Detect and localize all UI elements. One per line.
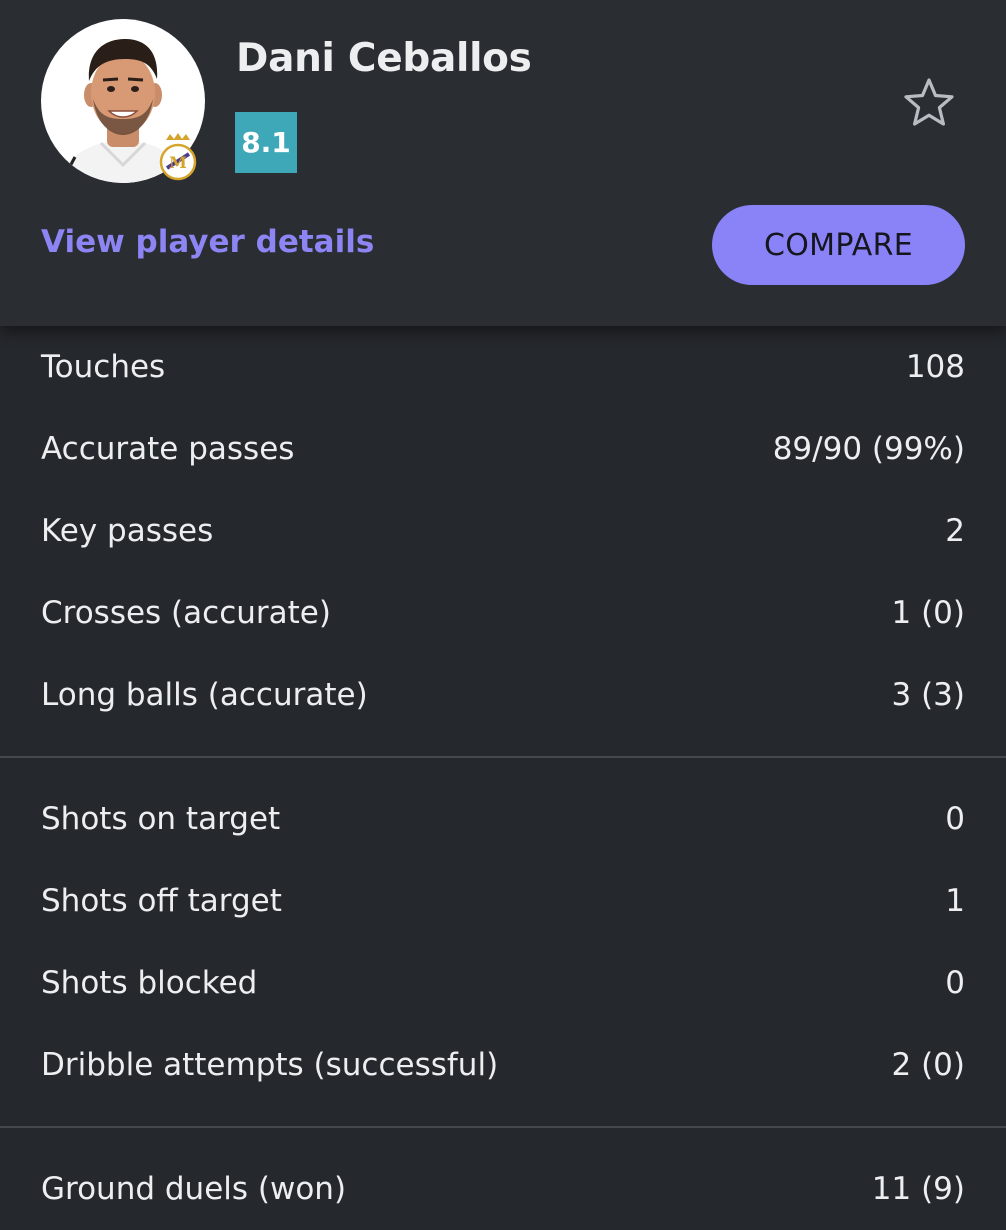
stat-row: Touches 108 [0, 326, 1006, 408]
stat-label: Accurate passes [41, 431, 295, 467]
stat-row: Shots blocked 0 [0, 942, 1006, 1024]
stat-label: Ground duels (won) [41, 1171, 347, 1207]
stat-label: Shots blocked [41, 965, 258, 1001]
stat-row: Shots off target 1 [0, 860, 1006, 942]
stat-label: Shots off target [41, 883, 282, 919]
star-outline-icon[interactable] [902, 76, 956, 130]
stat-value: 2 [945, 513, 965, 549]
stat-row: Shots on target 0 [0, 778, 1006, 860]
stat-row: Crosses (accurate) 1 (0) [0, 572, 1006, 654]
stat-label: Crosses (accurate) [41, 595, 331, 631]
player-name: Dani Ceballos [236, 36, 532, 81]
stat-value: 2 (0) [891, 1047, 966, 1083]
stat-value: 0 [945, 801, 965, 837]
stat-value: 1 (0) [891, 595, 966, 631]
compare-button[interactable]: COMPARE [712, 205, 965, 285]
view-player-details-link[interactable]: View player details [41, 224, 374, 260]
stat-row: Accurate passes 89/90 (99%) [0, 408, 1006, 490]
stat-label: Dribble attempts (successful) [41, 1047, 499, 1083]
stat-value: 108 [905, 349, 965, 385]
stat-label: Touches [41, 349, 166, 385]
stat-row: Long balls (accurate) 3 (3) [0, 654, 1006, 736]
stat-value: 11 (9) [871, 1171, 965, 1207]
svg-text:M: M [169, 153, 187, 172]
stat-value: 0 [945, 965, 965, 1001]
stat-label: Key passes [41, 513, 214, 549]
stat-label: Shots on target [41, 801, 281, 837]
real-madrid-crest-icon: M [159, 133, 197, 181]
stat-label: Long balls (accurate) [41, 677, 368, 713]
stat-value: 1 [945, 883, 965, 919]
stat-value: 89/90 (99%) [772, 431, 965, 467]
stat-row: Key passes 2 [0, 490, 1006, 572]
stat-value: 3 (3) [891, 677, 966, 713]
stat-row: Ground duels (won) 11 (9) [0, 1148, 1006, 1230]
player-rating-badge: 8.1 [235, 112, 297, 173]
stats-list: Touches 108 Accurate passes 89/90 (99%) … [0, 326, 1006, 1230]
stat-row: Dribble attempts (successful) 2 (0) [0, 1024, 1006, 1106]
player-header: M Dani Ceballos 8.1 View player details … [0, 0, 1006, 326]
